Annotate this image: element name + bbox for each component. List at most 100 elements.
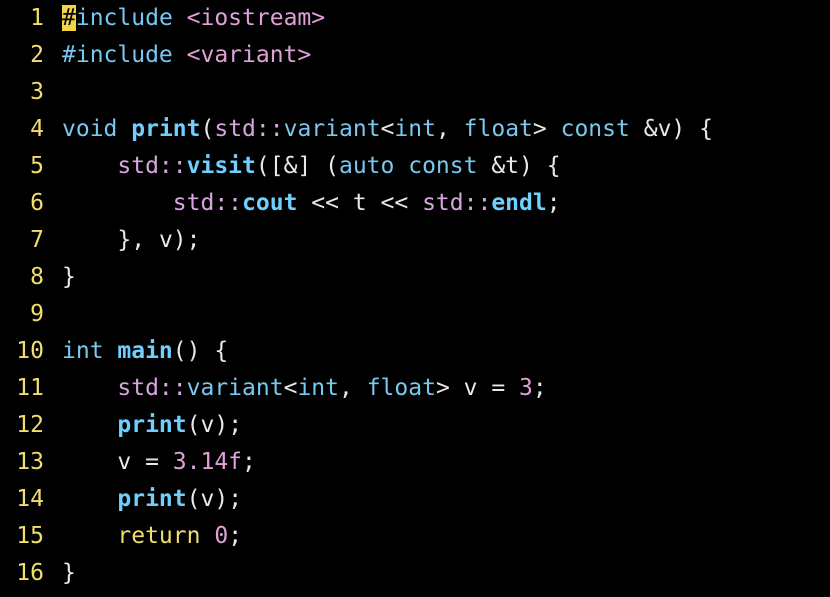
code-token: <variant> [186, 42, 312, 68]
code-token: ( [186, 412, 201, 438]
code-text: }, v); [62, 222, 201, 259]
code-line[interactable]: 3 [0, 74, 830, 111]
line-number: 11 [16, 375, 44, 401]
code-text: void print(std::variant<int, float> cons… [62, 111, 713, 148]
code-line[interactable]: 1 #include <iostream> [0, 0, 830, 37]
code-line[interactable]: 13 v = 3.14f; [0, 444, 830, 481]
code-token: v [463, 375, 478, 401]
line-number: 6 [30, 190, 44, 216]
code-line[interactable]: 7 }, v); [0, 222, 830, 259]
line-number: 2 [30, 42, 44, 68]
code-token: cout [242, 190, 298, 216]
code-token: & [491, 153, 506, 179]
code-token: const [560, 116, 644, 142]
code-token: ( [200, 116, 215, 142]
code-text: std::cout << t << std::endl; [62, 185, 561, 222]
code-token: }, [62, 227, 159, 253]
code-line[interactable]: 11 std::variant<int, float> v = 3; [0, 370, 830, 407]
code-token: < [283, 375, 298, 401]
code-token: print [131, 116, 201, 142]
code-line[interactable]: 8} [0, 259, 830, 296]
code-token: } [62, 560, 76, 586]
code-text: int main() { [62, 333, 228, 370]
code-token: v [158, 227, 173, 253]
code-line[interactable]: 9 [0, 296, 830, 333]
code-line[interactable]: 16} [0, 555, 830, 592]
code-token: v [657, 116, 672, 142]
code-editor[interactable]: 1 #include <iostream> 2 #include <variant> 3… [0, 0, 830, 597]
code-token: std:: [172, 190, 243, 216]
code-token: std:: [117, 153, 187, 179]
code-token: int [394, 116, 436, 142]
code-line[interactable]: 5 std::visit([&] (auto const &t) { [0, 148, 830, 185]
code-token: < [380, 116, 395, 142]
code-token: float [463, 116, 533, 142]
code-token: v [117, 449, 132, 475]
code-token: } [62, 264, 76, 290]
code-line[interactable]: 10 int main() { [0, 333, 830, 370]
code-token: = [131, 449, 173, 475]
code-token: void [62, 116, 132, 142]
line-number: 16 [16, 560, 44, 586]
code-token: std:: [117, 375, 187, 401]
code-line[interactable]: 2 #include <variant> [0, 37, 830, 74]
code-token: ); [172, 227, 201, 253]
line-number: 3 [30, 79, 44, 105]
code-token: v [200, 412, 215, 438]
code-token: , [338, 375, 367, 401]
line-number: 5 [30, 153, 44, 179]
code-token: ) { [519, 153, 561, 179]
code-text: std::variant<int, float> v = 3; [62, 370, 546, 407]
code-text: } [62, 259, 76, 296]
line-number: 1 [30, 5, 44, 31]
code-token: ; [546, 190, 561, 216]
line-number: 4 [30, 116, 44, 142]
code-token: , [435, 116, 464, 142]
code-token: t [505, 153, 520, 179]
code-token: visit [186, 153, 256, 179]
code-token: = [477, 375, 520, 401]
code-text: print(v); [62, 481, 242, 518]
code-token: int [62, 338, 118, 364]
code-token: << [366, 190, 423, 216]
code-line[interactable]: 12 print(v); [0, 407, 830, 444]
code-line[interactable]: 14 print(v); [0, 481, 830, 518]
code-token: ([&] ( [255, 153, 339, 179]
code-line[interactable]: 4 void print(std::variant<int, float> con… [0, 111, 830, 148]
code-token: std:: [214, 116, 284, 142]
line-number: 7 [30, 227, 44, 253]
code-token: ; [242, 449, 256, 475]
code-token: include [75, 5, 187, 31]
code-text: std::visit([&] (auto const &t) { [62, 148, 561, 185]
code-token: > [532, 116, 561, 142]
code-token: int [297, 375, 339, 401]
code-token: variant [186, 375, 284, 401]
line-number: 13 [16, 449, 44, 475]
code-token: return [117, 523, 215, 549]
code-token: float [366, 375, 436, 401]
code-token: endl [491, 190, 547, 216]
line-number: 15 [16, 523, 44, 549]
code-token: ( [186, 486, 201, 512]
code-token: main [117, 338, 173, 364]
code-token: #include [62, 42, 187, 68]
code-token: & [643, 116, 658, 142]
code-token: v [200, 486, 215, 512]
code-text: print(v); [62, 407, 242, 444]
code-text: v = 3.14f; [62, 444, 256, 481]
line-number: 14 [16, 486, 44, 512]
code-line[interactable]: 15 return 0; [0, 518, 830, 555]
line-number: 8 [30, 264, 44, 290]
text-cursor: # [62, 5, 76, 31]
line-number: 12 [16, 412, 44, 438]
code-text: return 0; [62, 518, 242, 555]
code-token: ); [214, 486, 243, 512]
code-token: () { [172, 338, 229, 364]
code-token: > [435, 375, 464, 401]
code-line[interactable]: 6 std::cout << t << std::endl; [0, 185, 830, 222]
code-token: 0 [214, 523, 229, 549]
